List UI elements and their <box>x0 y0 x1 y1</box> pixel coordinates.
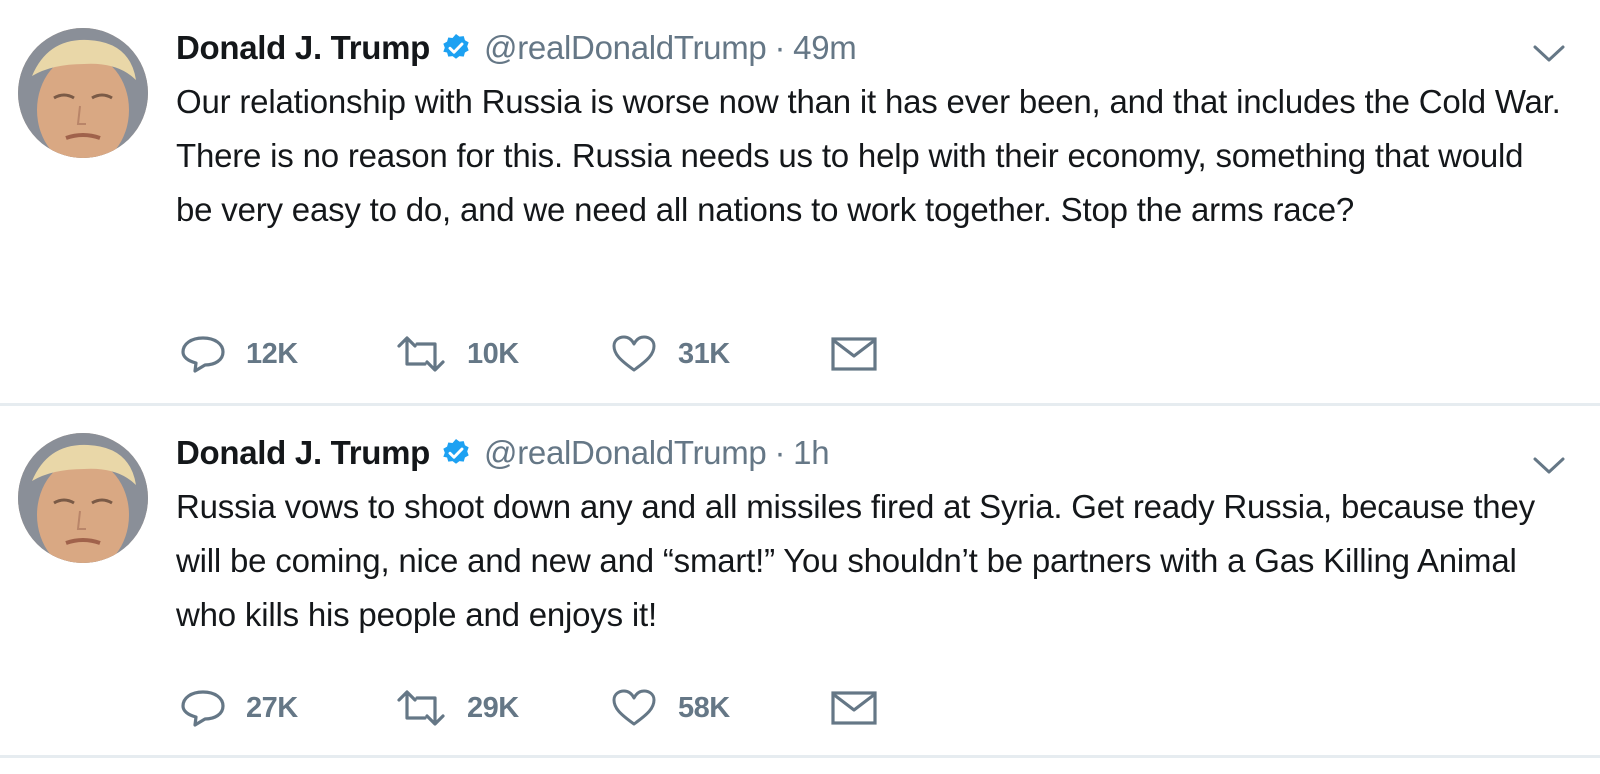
reply-count: 27K <box>246 691 298 724</box>
verified-badge-icon <box>440 437 472 469</box>
heart-icon <box>610 334 658 374</box>
tweet-header: Donald J. Trump @realDonaldTrump · 1h <box>176 431 830 475</box>
author-handle[interactable]: @realDonaldTrump <box>484 434 767 472</box>
like-button[interactable]: 31K <box>610 334 830 374</box>
retweet-icon <box>395 334 447 374</box>
tweet-actions: 27K 29K 58K <box>180 682 878 734</box>
avatar[interactable] <box>18 433 148 563</box>
chevron-down-icon[interactable] <box>1532 44 1566 64</box>
tweet-timestamp[interactable]: 1h <box>793 434 829 472</box>
author-handle[interactable]: @realDonaldTrump <box>484 29 767 67</box>
envelope-icon <box>830 334 878 374</box>
retweet-count: 29K <box>467 691 519 724</box>
tweet[interactable]: Donald J. Trump @realDonaldTrump · 1h Ru… <box>0 406 1600 758</box>
tweet-timestamp[interactable]: 49m <box>793 29 857 67</box>
timeline: Donald J. Trump @realDonaldTrump · 49m O… <box>0 0 1600 774</box>
like-count: 31K <box>678 337 730 370</box>
tweet-text: Russia vows to shoot down any and all mi… <box>176 488 1535 633</box>
author-name[interactable]: Donald J. Trump <box>176 29 430 67</box>
reply-icon <box>180 334 226 374</box>
heart-icon <box>610 688 658 728</box>
avatar[interactable] <box>18 28 148 158</box>
retweet-button[interactable]: 29K <box>395 688 610 728</box>
reply-button[interactable]: 12K <box>180 334 395 374</box>
reply-icon <box>180 688 226 728</box>
direct-message-button[interactable] <box>830 688 878 728</box>
like-count: 58K <box>678 691 730 724</box>
tweet[interactable]: Donald J. Trump @realDonaldTrump · 49m O… <box>0 0 1600 406</box>
retweet-count: 10K <box>467 337 519 370</box>
retweet-icon <box>395 688 447 728</box>
tweet-header: Donald J. Trump @realDonaldTrump · 49m <box>176 26 857 70</box>
separator-dot: · <box>774 29 786 66</box>
author-name[interactable]: Donald J. Trump <box>176 434 430 472</box>
verified-badge-icon <box>440 32 472 64</box>
retweet-button[interactable]: 10K <box>395 334 610 374</box>
direct-message-button[interactable] <box>830 334 878 374</box>
reply-count: 12K <box>246 337 298 370</box>
like-button[interactable]: 58K <box>610 688 830 728</box>
tweet-text: Our relationship with Russia is worse no… <box>176 83 1561 228</box>
tweet-actions: 12K 10K 31K <box>180 328 878 380</box>
envelope-icon <box>830 688 878 728</box>
reply-button[interactable]: 27K <box>180 688 395 728</box>
separator-dot: · <box>774 434 786 471</box>
chevron-down-icon[interactable] <box>1532 456 1566 476</box>
